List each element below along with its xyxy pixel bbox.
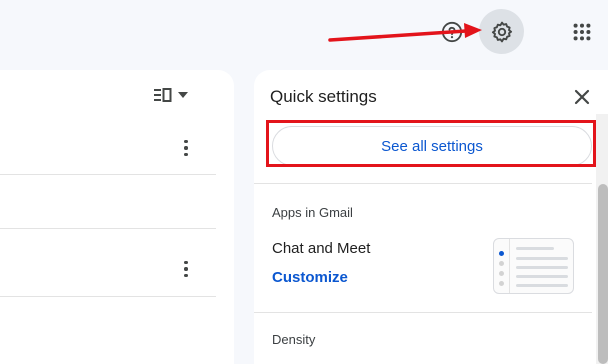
help-circle-icon xyxy=(441,21,463,43)
help-button[interactable] xyxy=(440,20,464,44)
customize-link[interactable]: Customize xyxy=(272,269,348,286)
view-toggle-button[interactable] xyxy=(154,86,194,104)
chat-and-meet-label: Chat and Meet xyxy=(272,240,371,257)
row-menu-button[interactable] xyxy=(179,260,193,278)
mail-list-panel xyxy=(0,70,234,364)
density-label: Density xyxy=(272,332,316,347)
section-divider xyxy=(254,183,592,184)
chevron-down-icon xyxy=(178,92,188,98)
apps-button[interactable] xyxy=(570,20,594,44)
row-divider xyxy=(0,174,216,175)
settings-button[interactable] xyxy=(479,9,524,54)
quick-settings-title: Quick settings xyxy=(270,87,377,106)
scrollbar-thumb[interactable] xyxy=(598,184,608,364)
see-all-settings-button[interactable]: See all settings xyxy=(272,126,592,166)
chat-meet-preview-thumbnail xyxy=(493,238,574,294)
row-divider xyxy=(0,296,216,297)
section-divider xyxy=(254,312,592,313)
close-icon xyxy=(574,89,590,105)
quick-settings-panel: Quick settings See all settings Apps in … xyxy=(254,70,608,364)
close-button[interactable] xyxy=(572,87,592,107)
row-divider xyxy=(0,228,216,229)
row-menu-button[interactable] xyxy=(179,139,193,157)
apps-in-gmail-label: Apps in Gmail xyxy=(272,205,353,220)
gear-icon xyxy=(491,21,512,42)
apps-grid-icon xyxy=(573,23,591,41)
split-pane-toggle-icon xyxy=(154,88,172,102)
